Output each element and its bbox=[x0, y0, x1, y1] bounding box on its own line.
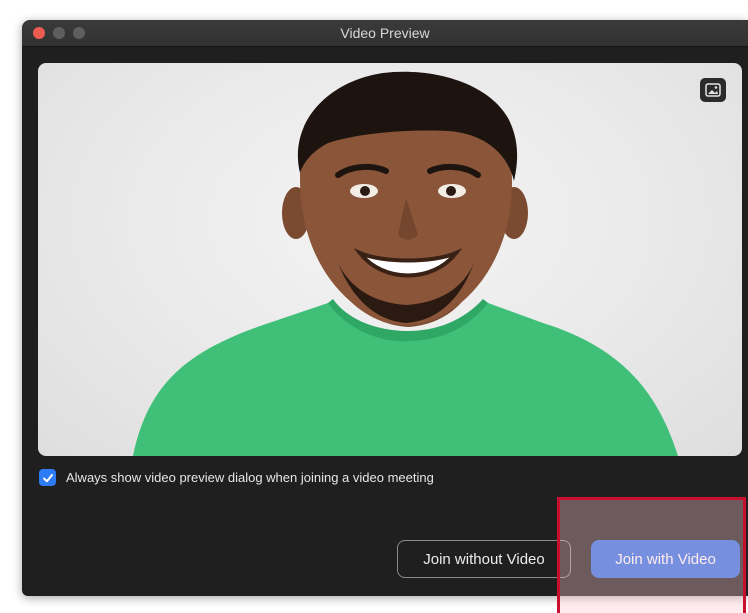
video-feed-person-image bbox=[133, 71, 678, 456]
video-preview-area bbox=[38, 63, 742, 456]
join-without-video-button[interactable]: Join without Video bbox=[397, 540, 571, 578]
join-with-video-button[interactable]: Join with Video bbox=[591, 540, 740, 578]
video-preview-window: Video Preview Always show video preview … bbox=[22, 20, 748, 596]
always-show-preview-checkbox[interactable] bbox=[39, 469, 56, 486]
checkmark-icon bbox=[42, 473, 53, 482]
window-title: Video Preview bbox=[340, 25, 430, 41]
always-show-preview-option[interactable]: Always show video preview dialog when jo… bbox=[39, 469, 434, 486]
always-show-preview-label[interactable]: Always show video preview dialog when jo… bbox=[66, 470, 434, 485]
title-bar: Video Preview bbox=[22, 20, 748, 47]
image-background-icon bbox=[705, 83, 721, 97]
virtual-background-button[interactable] bbox=[700, 78, 726, 102]
